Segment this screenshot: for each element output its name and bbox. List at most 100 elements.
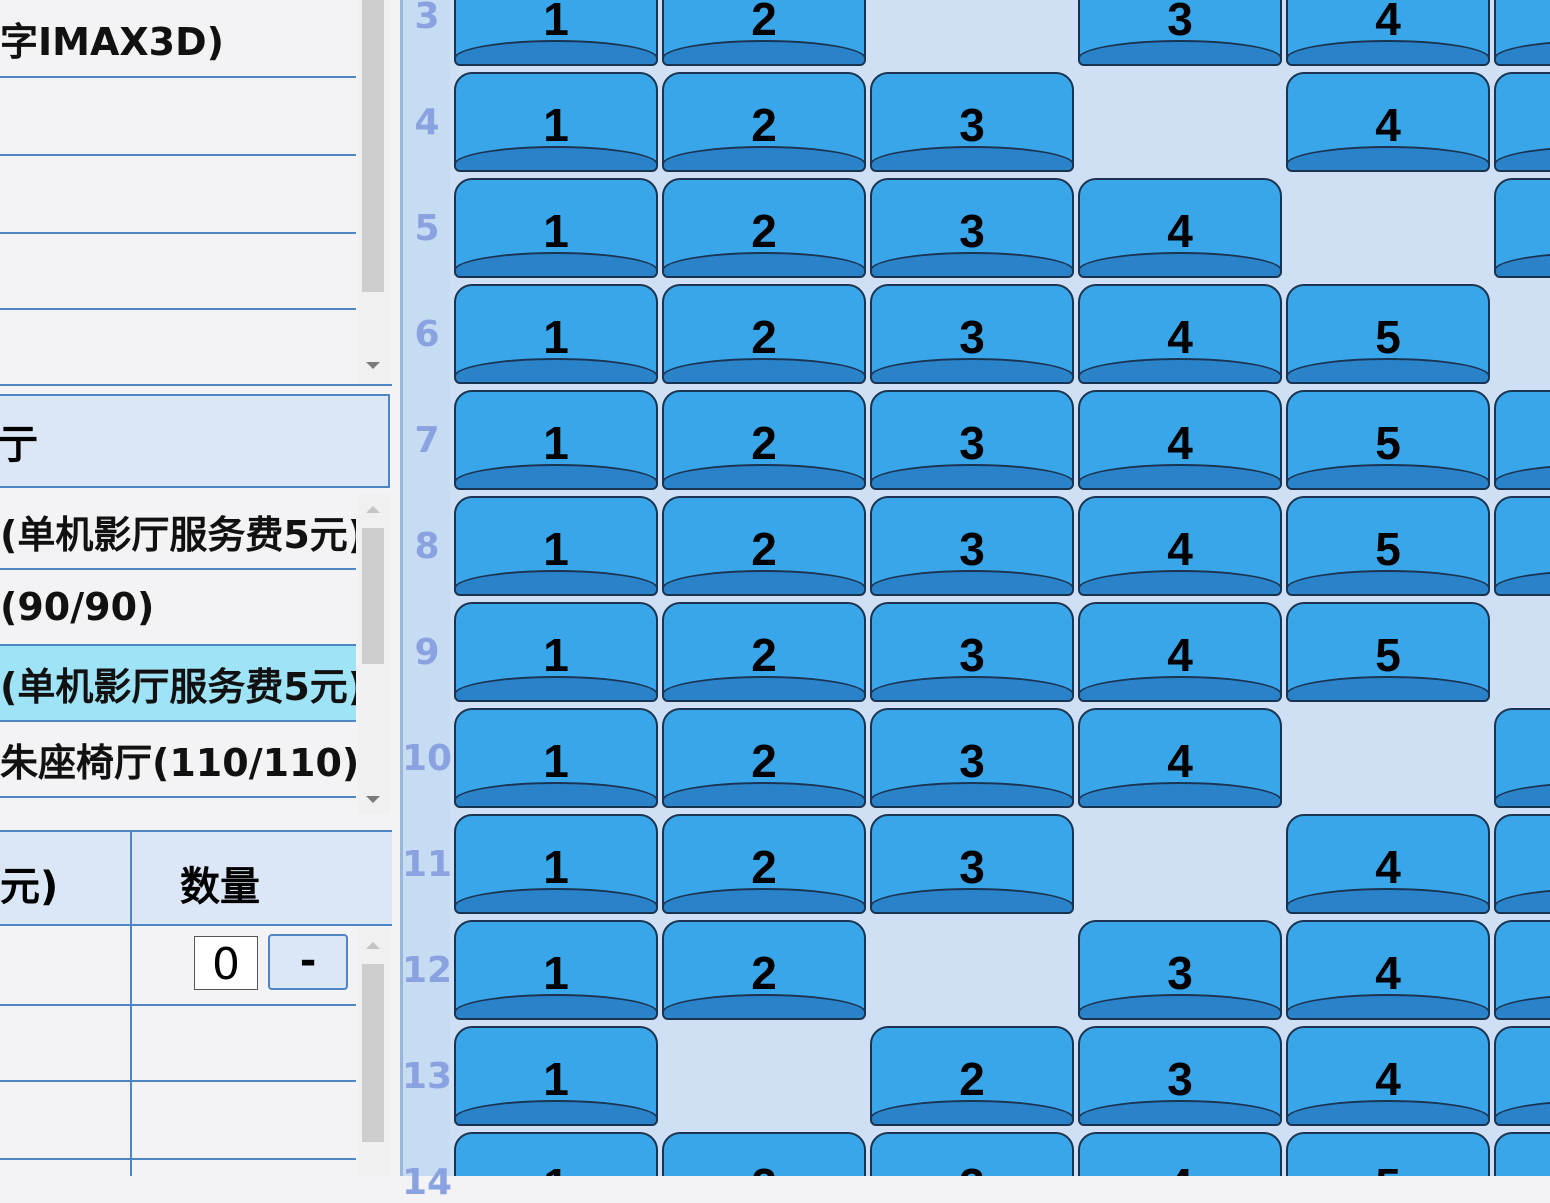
seat-button[interactable]: 4 — [1078, 708, 1282, 808]
seat-button[interactable]: 5 — [1286, 284, 1490, 384]
seat-button[interactable]: 1 — [454, 1026, 658, 1126]
seat-button[interactable]: 1 — [454, 72, 658, 172]
seat-number: 1 — [543, 523, 569, 575]
seat-button[interactable]: 3 — [1078, 1026, 1282, 1126]
seat-button[interactable] — [1494, 390, 1550, 490]
movie-list-scrollbar[interactable] — [358, 0, 390, 384]
hall-list-scrollbar[interactable] — [358, 494, 390, 814]
hall-list-item[interactable]: 朱座椅厅(110/110) — [0, 722, 356, 798]
hall-section-header: 亍 — [0, 394, 390, 488]
seat-button[interactable]: 1 — [454, 178, 658, 278]
seat-button[interactable]: 3 — [870, 178, 1074, 278]
seat-map: 1234123412341234512345123451234512341234… — [450, 0, 1550, 1176]
seat-button[interactable]: 1 — [454, 284, 658, 384]
seat-button[interactable]: 3 — [870, 602, 1074, 702]
seat-button[interactable]: 5 — [1286, 390, 1490, 490]
hall-list-item[interactable]: (90/90) — [0, 570, 356, 646]
seat-number: 1 — [543, 417, 569, 469]
seat-button[interactable]: 3 — [870, 72, 1074, 172]
seat-button[interactable]: 4 — [1078, 390, 1282, 490]
seat-button[interactable]: 4 — [1078, 284, 1282, 384]
scroll-down-icon[interactable] — [366, 796, 380, 803]
seat-button[interactable]: 1 — [454, 390, 658, 490]
seat-button[interactable] — [1494, 0, 1550, 66]
seat-button[interactable]: 1 — [454, 496, 658, 596]
seat-button[interactable]: 1 — [454, 920, 658, 1020]
scroll-thumb[interactable] — [362, 0, 384, 292]
seat-button[interactable]: 5 — [1286, 602, 1490, 702]
seat-button[interactable] — [1494, 1132, 1550, 1176]
seat-button[interactable]: 2 — [662, 708, 866, 808]
seat-button[interactable]: 2 — [662, 602, 866, 702]
seat-button[interactable] — [1494, 920, 1550, 1020]
seat-button[interactable]: 3 — [870, 496, 1074, 596]
seat-button[interactable]: 2 — [662, 1132, 866, 1176]
seat-button[interactable]: 2 — [662, 178, 866, 278]
seat-button[interactable]: 1 — [454, 602, 658, 702]
hall-list-item-selected[interactable]: (单机影厅服务费5元) — [0, 646, 356, 722]
seat-button[interactable]: 3 — [870, 1132, 1074, 1176]
seat-button[interactable]: 2 — [662, 390, 866, 490]
row-label: 5 — [414, 208, 440, 249]
seat-button[interactable]: 1 — [454, 1132, 658, 1176]
scroll-up-icon[interactable] — [366, 942, 380, 949]
seat-button[interactable]: 4 — [1286, 814, 1490, 914]
row-label-strip — [400, 0, 450, 1176]
seat-button[interactable]: 5 — [1286, 496, 1490, 596]
seat-button[interactable]: 1 — [454, 708, 658, 808]
seat-button[interactable] — [1494, 496, 1550, 596]
seat-button[interactable] — [1494, 178, 1550, 278]
scroll-thumb[interactable] — [362, 964, 384, 1142]
seat-number: 5 — [1375, 523, 1401, 575]
seat-button[interactable] — [1494, 814, 1550, 914]
seat-button[interactable]: 4 — [1078, 602, 1282, 702]
seat-button[interactable]: 2 — [662, 284, 866, 384]
seat-button[interactable]: 4 — [1078, 496, 1282, 596]
ticket-grid-scrollbar[interactable] — [358, 926, 390, 1176]
hall-label: 朱座椅厅(110/110) — [0, 740, 356, 785]
movie-list-item[interactable]: 字IMAX3D) — [0, 0, 356, 78]
seat-button[interactable]: 2 — [870, 1026, 1074, 1126]
movie-list-item[interactable] — [0, 232, 356, 310]
seat-button[interactable] — [1494, 1026, 1550, 1126]
seat-button[interactable]: 3 — [870, 708, 1074, 808]
seat-button[interactable]: 3 — [1078, 0, 1282, 66]
decrement-button[interactable]: - — [268, 934, 348, 990]
seat-button[interactable]: 5 — [1286, 1132, 1490, 1176]
seat-number: 1 — [456, 1158, 656, 1176]
scroll-up-icon[interactable] — [366, 506, 380, 513]
seat-button[interactable]: 4 — [1286, 72, 1490, 172]
seat-number: 1 — [543, 0, 569, 45]
hall-list-item[interactable]: (单机影厅服务费5元) — [0, 494, 356, 570]
scroll-down-icon[interactable] — [366, 362, 380, 369]
seat-button[interactable] — [1494, 72, 1550, 172]
seat-button[interactable]: 1 — [454, 0, 658, 66]
seat-button[interactable]: 1 — [454, 814, 658, 914]
seat-button[interactable]: 3 — [1078, 920, 1282, 1020]
seat-number: 4 — [1167, 735, 1193, 787]
seat-button[interactable]: 4 — [1286, 920, 1490, 1020]
seat-button[interactable]: 2 — [662, 814, 866, 914]
seat-button[interactable]: 3 — [870, 390, 1074, 490]
seat-button[interactable]: 4 — [1078, 178, 1282, 278]
seat-button[interactable]: 2 — [662, 0, 866, 66]
seat-number: 2 — [751, 205, 777, 257]
seat-number: 5 — [1375, 417, 1401, 469]
row-label: 7 — [414, 420, 440, 461]
seat-button[interactable]: 3 — [870, 814, 1074, 914]
seat-button[interactable]: 4 — [1078, 1132, 1282, 1176]
scroll-thumb[interactable] — [362, 528, 384, 664]
movie-list-item[interactable] — [0, 78, 356, 156]
seat-button[interactable]: 4 — [1286, 0, 1490, 66]
seat-button[interactable]: 4 — [1286, 1026, 1490, 1126]
seat-button[interactable]: 3 — [870, 284, 1074, 384]
quantity-field[interactable]: 0 — [194, 936, 258, 990]
movie-list-item[interactable] — [0, 156, 356, 234]
seat-number: 1 — [543, 735, 569, 787]
seat-button[interactable]: 2 — [662, 496, 866, 596]
seat-button[interactable]: 2 — [662, 920, 866, 1020]
seat-number: 3 — [959, 311, 985, 363]
seat-button[interactable]: 2 — [662, 72, 866, 172]
seat-button[interactable] — [1494, 708, 1550, 808]
seat-number: 4 — [1167, 417, 1193, 469]
